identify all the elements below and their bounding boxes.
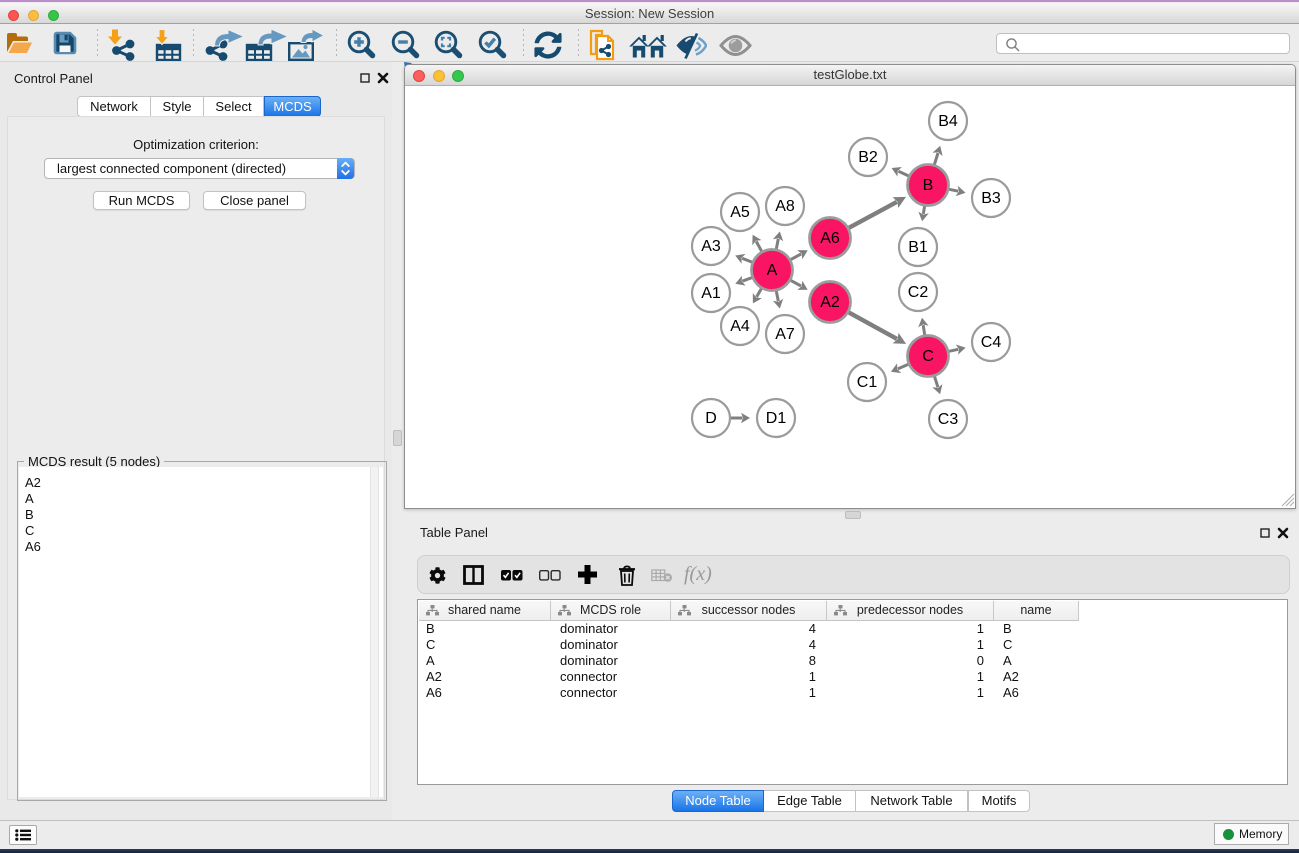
svg-text:C2: C2 [908, 284, 929, 301]
svg-text:A8: A8 [775, 198, 795, 215]
svg-text:C1: C1 [857, 374, 878, 391]
svg-text:A4: A4 [730, 318, 750, 335]
svg-text:A7: A7 [775, 326, 795, 343]
svg-text:A5: A5 [730, 204, 750, 221]
svg-text:A: A [767, 262, 778, 279]
svg-text:B2: B2 [858, 149, 878, 166]
svg-text:B: B [923, 177, 934, 194]
svg-text:B3: B3 [981, 190, 1001, 207]
svg-text:D: D [705, 410, 717, 427]
svg-text:C3: C3 [938, 411, 959, 428]
svg-text:A3: A3 [701, 238, 721, 255]
svg-text:D1: D1 [766, 410, 787, 427]
svg-text:A2: A2 [820, 294, 840, 311]
svg-text:A1: A1 [701, 285, 721, 302]
svg-text:A6: A6 [820, 230, 840, 247]
svg-text:B4: B4 [938, 113, 958, 130]
svg-text:C: C [922, 348, 934, 365]
svg-text:B1: B1 [908, 239, 928, 256]
svg-text:C4: C4 [981, 334, 1002, 351]
